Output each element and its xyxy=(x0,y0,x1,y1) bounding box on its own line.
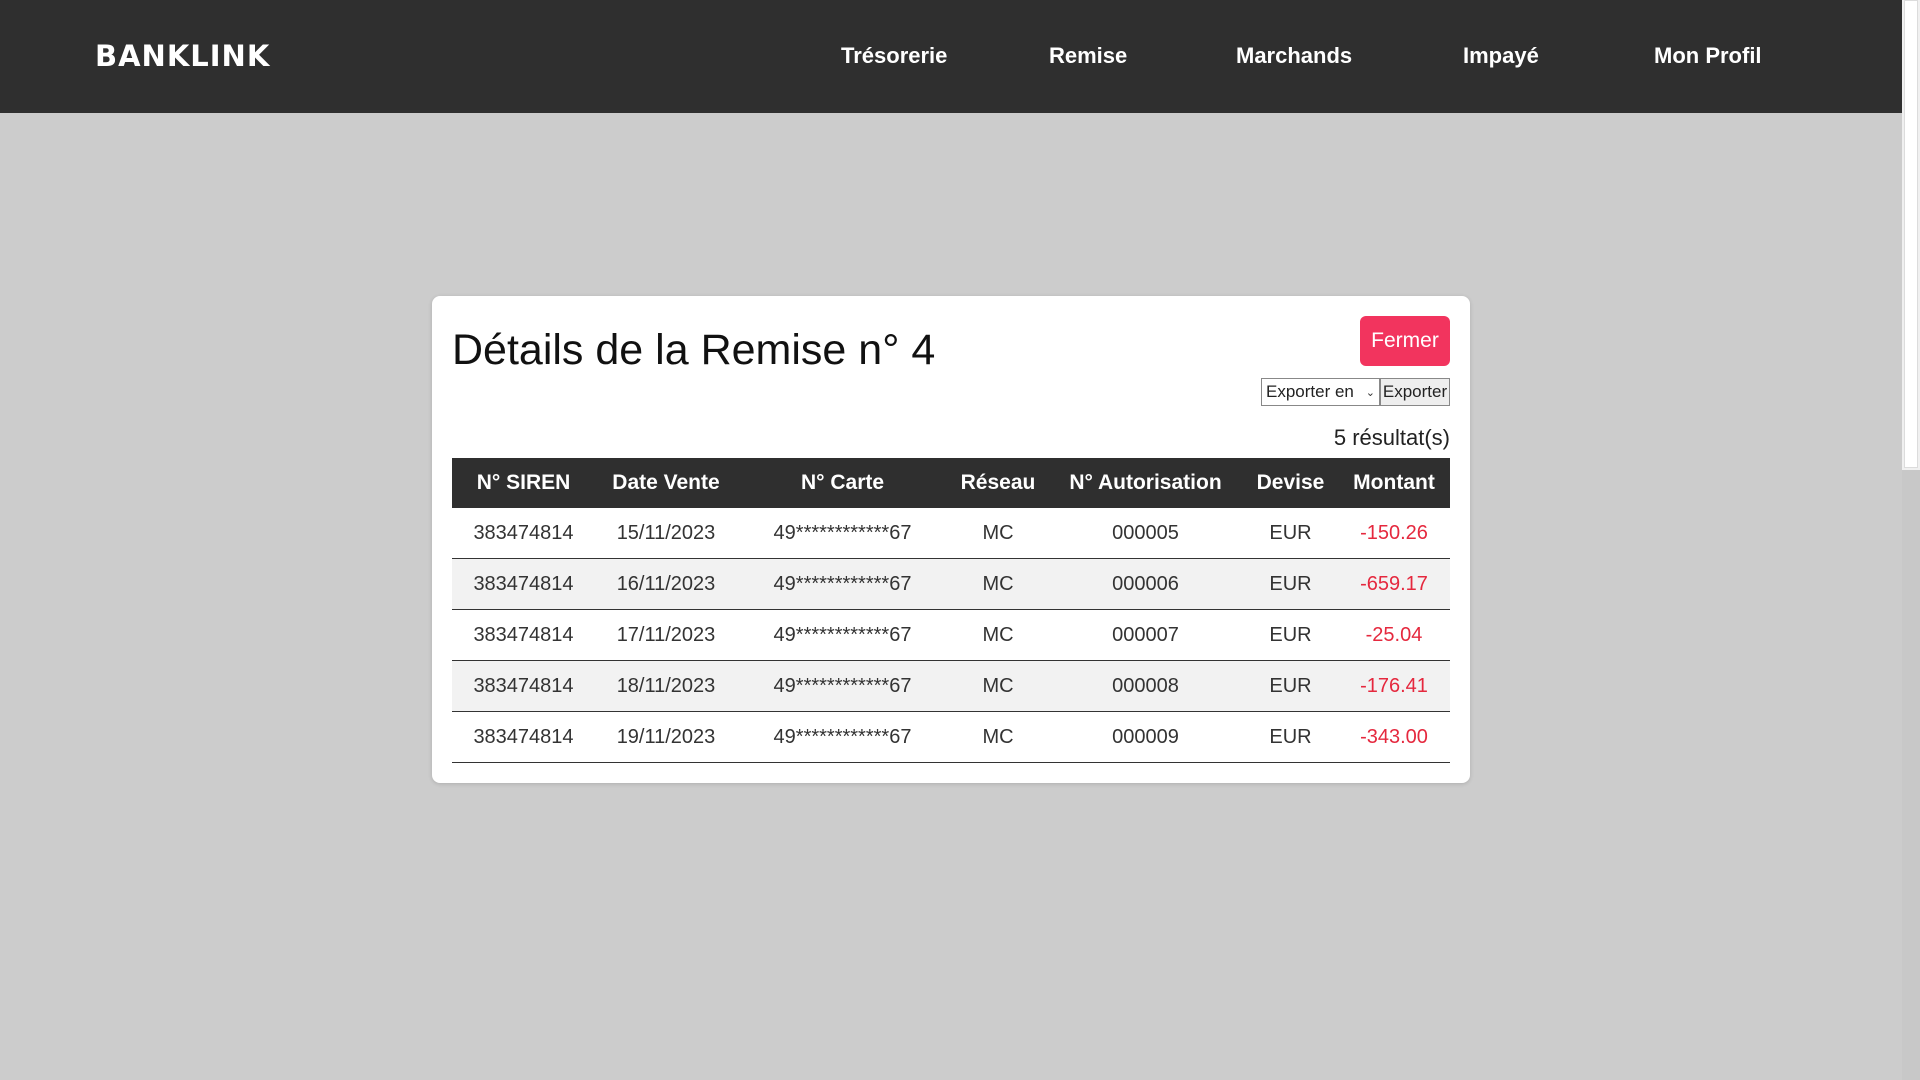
column-header-montant[interactable]: Montant xyxy=(1338,458,1450,508)
nav-remise[interactable]: Remise xyxy=(1049,40,1127,72)
column-header-carte[interactable]: N° Carte xyxy=(737,458,948,508)
cell-montant: -150.26 xyxy=(1338,508,1450,559)
chevron-down-icon: ⌄ xyxy=(1365,386,1375,399)
nav-marchands[interactable]: Marchands xyxy=(1236,40,1352,72)
cell-autorisation: 000008 xyxy=(1048,660,1243,712)
modal-title: Détails de la Remise n° 4 xyxy=(452,326,936,374)
cell-date-vente: 18/11/2023 xyxy=(595,660,737,712)
export-select-value: Exporter en xyxy=(1266,382,1354,401)
nav-mon-profil[interactable]: Mon Profil xyxy=(1654,40,1762,72)
table-header-row: N° SIREN Date Vente N° Carte Réseau N° A… xyxy=(452,458,1450,508)
cell-carte: 49************67 xyxy=(737,660,948,712)
cell-montant: -176.41 xyxy=(1338,660,1450,712)
cell-devise: EUR xyxy=(1243,558,1338,610)
cell-reseau: MC xyxy=(948,711,1048,763)
cell-devise: EUR xyxy=(1243,609,1338,661)
cell-autorisation: 000009 xyxy=(1048,711,1243,763)
cell-reseau: MC xyxy=(948,508,1048,559)
export-button[interactable]: Exporter xyxy=(1380,378,1450,406)
cell-date-vente: 15/11/2023 xyxy=(595,508,737,559)
cell-montant: -659.17 xyxy=(1338,558,1450,610)
cell-carte: 49************67 xyxy=(737,558,948,610)
cell-autorisation: 000005 xyxy=(1048,508,1243,559)
cell-siren: 383474814 xyxy=(452,711,595,763)
cell-devise: EUR xyxy=(1243,508,1338,559)
cell-autorisation: 000006 xyxy=(1048,558,1243,610)
result-count: 5 résultat(s) xyxy=(1333,425,1450,450)
cell-autorisation: 000007 xyxy=(1048,609,1243,661)
cell-reseau: MC xyxy=(948,558,1048,610)
cell-carte: 49************67 xyxy=(737,508,948,559)
export-controls: Exporter en ⌄ Exporter xyxy=(1261,378,1450,406)
cell-date-vente: 17/11/2023 xyxy=(595,609,737,661)
column-header-reseau[interactable]: Réseau xyxy=(948,458,1048,508)
column-header-devise[interactable]: Devise xyxy=(1243,458,1338,508)
nav-tresorerie[interactable]: Trésorerie xyxy=(841,40,947,72)
table-row: 383474814 16/11/2023 49************67 MC… xyxy=(452,558,1450,610)
cell-siren: 383474814 xyxy=(452,660,595,712)
cell-devise: EUR xyxy=(1243,711,1338,763)
export-format-select[interactable]: Exporter en ⌄ xyxy=(1261,378,1380,406)
remise-details-table: N° SIREN Date Vente N° Carte Réseau N° A… xyxy=(452,458,1450,763)
cell-devise: EUR xyxy=(1243,660,1338,712)
nav-impaye[interactable]: Impayé xyxy=(1463,40,1539,72)
cell-carte: 49************67 xyxy=(737,609,948,661)
cell-carte: 49************67 xyxy=(737,711,948,763)
cell-siren: 383474814 xyxy=(452,508,595,559)
top-navbar: BANKLINK Trésorerie Remise Marchands Imp… xyxy=(0,0,1902,113)
scrollbar-track[interactable] xyxy=(1902,470,1920,1080)
cell-siren: 383474814 xyxy=(452,558,595,610)
close-button[interactable]: Fermer xyxy=(1360,316,1450,366)
cell-date-vente: 19/11/2023 xyxy=(595,711,737,763)
cell-reseau: MC xyxy=(948,609,1048,661)
column-header-siren[interactable]: N° SIREN xyxy=(452,458,595,508)
cell-montant: -25.04 xyxy=(1338,609,1450,661)
cell-reseau: MC xyxy=(948,660,1048,712)
remise-details-modal: Détails de la Remise n° 4 Fermer Exporte… xyxy=(432,296,1470,783)
cell-siren: 383474814 xyxy=(452,609,595,661)
table-row: 383474814 18/11/2023 49************67 MC… xyxy=(452,660,1450,712)
column-header-autorisation[interactable]: N° Autorisation xyxy=(1048,458,1243,508)
page-scrollbar[interactable] xyxy=(1902,0,1920,1080)
cell-date-vente: 16/11/2023 xyxy=(595,558,737,610)
table-row: 383474814 17/11/2023 49************67 MC… xyxy=(452,609,1450,661)
table-row: 383474814 19/11/2023 49************67 MC… xyxy=(452,711,1450,763)
cell-montant: -343.00 xyxy=(1338,711,1450,763)
banklink-logo[interactable]: BANKLINK xyxy=(95,38,270,74)
scrollbar-thumb[interactable] xyxy=(1904,0,1918,468)
table-row: 383474814 15/11/2023 49************67 MC… xyxy=(452,508,1450,559)
column-header-date-vente[interactable]: Date Vente xyxy=(595,458,737,508)
